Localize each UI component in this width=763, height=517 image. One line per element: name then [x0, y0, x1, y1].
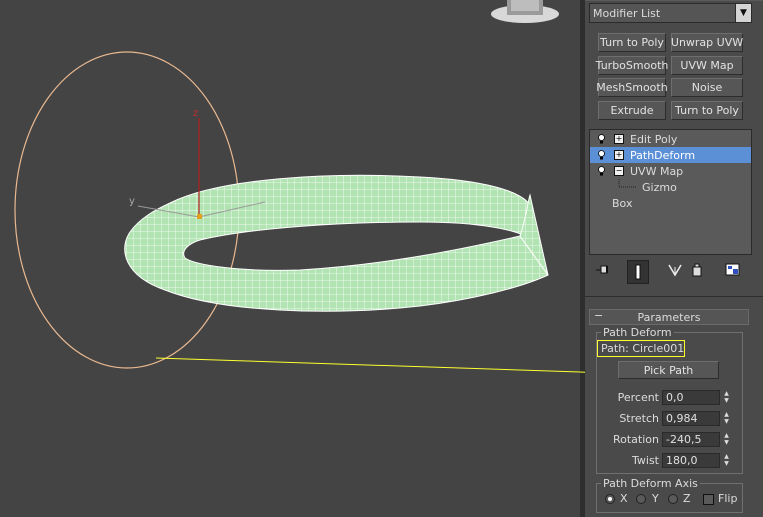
flip-checkbox[interactable] — [703, 494, 714, 505]
stack-item-uvw-map[interactable]: − UVW Map — [590, 163, 751, 179]
stack-item-label: Box — [612, 196, 633, 210]
panel-top-divider — [585, 0, 763, 1]
pick-path-button[interactable]: Pick Path — [618, 361, 719, 379]
stretch-input[interactable]: 0,984 — [662, 411, 720, 426]
rotation-spinner[interactable]: ▲ ▼ — [721, 432, 732, 447]
axis-x-radio[interactable] — [605, 494, 615, 504]
stack-item-label: PathDeform — [630, 148, 696, 162]
stack-toolbar — [585, 260, 763, 284]
remove-modifier-icon[interactable] — [689, 262, 705, 278]
modifier-list-dropdown[interactable]: Modifier List ▼ — [589, 3, 752, 23]
rotation-input[interactable]: -240,5 — [662, 432, 720, 447]
stretch-label: Stretch — [619, 412, 659, 425]
twist-spinner[interactable]: ▲ ▼ — [721, 453, 732, 468]
parameters-rollout-header[interactable]: − Parameters — [589, 309, 749, 325]
modifier-list-label: Modifier List — [593, 6, 661, 20]
viewport-scene — [14, 0, 580, 373]
stack-item-label: Gizmo — [642, 180, 677, 194]
path-deform-axis-label: Path Deform Axis — [603, 477, 698, 490]
mobius-mesh[interactable] — [124, 174, 549, 312]
lightbulb-icon[interactable] — [597, 150, 606, 160]
viewport[interactable]: z y — [0, 0, 580, 517]
lightbulb-icon[interactable] — [597, 134, 606, 144]
rotation-label: Rotation — [612, 433, 659, 446]
collapse-icon[interactable]: − — [594, 309, 603, 322]
twist-label: Twist — [632, 454, 659, 467]
axis-y-label: y — [129, 196, 135, 207]
show-end-result-icon[interactable] — [627, 260, 649, 284]
configure-modifier-sets-icon[interactable] — [725, 262, 741, 278]
stack-item-label: UVW Map — [630, 164, 684, 178]
flip-label: Flip — [718, 492, 738, 505]
chevron-down-icon[interactable]: ▼ — [735, 4, 751, 22]
extrude-button[interactable]: Extrude — [598, 101, 666, 120]
axis-z-radio[interactable] — [668, 494, 678, 504]
viewcube-icon[interactable] — [491, 0, 559, 23]
percent-label: Percent — [617, 391, 659, 404]
twist-input[interactable]: 180,0 — [662, 453, 720, 468]
panel-divider — [585, 296, 763, 297]
tree-line-icon — [618, 179, 636, 188]
turn-to-poly-button[interactable]: Turn to Poly — [598, 33, 666, 52]
pick-path-link-line — [155, 357, 580, 373]
uvw-map-button[interactable]: UVW Map — [671, 56, 743, 75]
make-unique-icon[interactable] — [667, 262, 683, 278]
stack-item-label: Edit Poly — [630, 132, 678, 146]
axis-y-label: Y — [652, 492, 659, 505]
collapse-icon[interactable]: − — [614, 166, 624, 176]
lightbulb-icon[interactable] — [597, 166, 606, 176]
path-name-field: Path: Circle001 — [597, 340, 685, 357]
parameters-title: Parameters — [637, 310, 701, 324]
noise-button[interactable]: Noise — [671, 78, 743, 97]
stack-item-box[interactable]: Box — [590, 195, 751, 211]
percent-spinner[interactable]: ▲ ▼ — [721, 390, 732, 405]
axis-z-label: z — [193, 108, 199, 119]
percent-input[interactable]: 0,0 — [662, 390, 720, 405]
stack-item-edit-poly[interactable]: + Edit Poly — [590, 131, 751, 147]
turbosmooth-button[interactable]: TurboSmooth — [596, 56, 668, 75]
expand-icon[interactable]: + — [614, 134, 624, 144]
axis-y-radio[interactable] — [636, 494, 646, 504]
modifier-stack[interactable]: + Edit Poly + PathDeform − UVW Map Gizmo… — [589, 129, 752, 255]
turn-to-poly-button-2[interactable]: Turn to Poly — [671, 101, 743, 120]
stretch-spinner[interactable]: ▲ ▼ — [721, 411, 732, 426]
unwrap-uvw-button[interactable]: Unwrap UVW — [671, 33, 743, 52]
stack-item-pathdeform[interactable]: + PathDeform — [590, 147, 751, 163]
expand-icon[interactable]: + — [614, 150, 624, 160]
meshsmooth-button[interactable]: MeshSmooth — [596, 78, 668, 97]
axis-x-label: X — [620, 492, 628, 505]
axis-z-label: Z — [683, 492, 691, 505]
pin-stack-icon[interactable] — [595, 262, 611, 278]
path-deform-group-label: Path Deform — [603, 326, 672, 339]
stack-item-gizmo[interactable]: Gizmo — [590, 179, 751, 195]
